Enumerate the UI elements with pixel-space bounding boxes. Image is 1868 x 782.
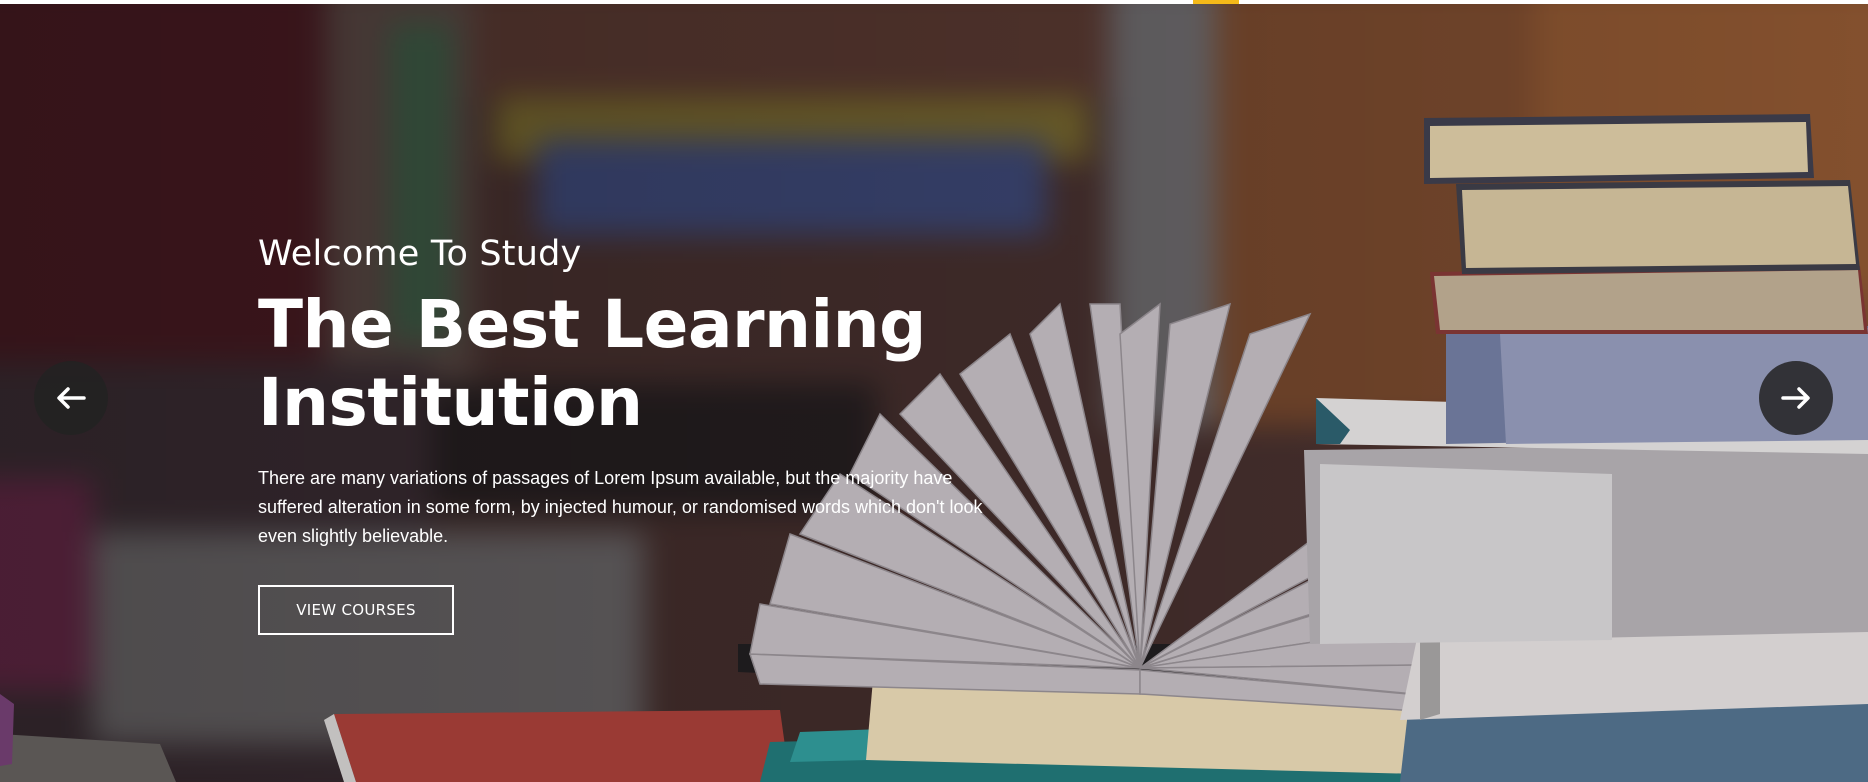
slider-prev-button[interactable] xyxy=(34,361,108,435)
slider-next-button[interactable] xyxy=(1759,361,1833,435)
grey-book-shape xyxy=(0,734,176,782)
purple-book-shape xyxy=(0,694,14,766)
hero-slider: Welcome To Study The Best Learning Insti… xyxy=(0,4,1868,782)
hero-content: Welcome To Study The Best Learning Insti… xyxy=(258,232,1318,635)
arrow-left-icon xyxy=(57,387,86,409)
arrow-right-icon xyxy=(1781,387,1810,409)
red-book-shape xyxy=(324,710,790,782)
hero-description: There are many variations of passages of… xyxy=(258,468,983,546)
view-courses-button[interactable]: VIEW COURSES xyxy=(258,585,454,635)
hero-eyebrow: Welcome To Study xyxy=(258,234,582,274)
hero-headline: The Best Learning Institution xyxy=(258,286,926,441)
